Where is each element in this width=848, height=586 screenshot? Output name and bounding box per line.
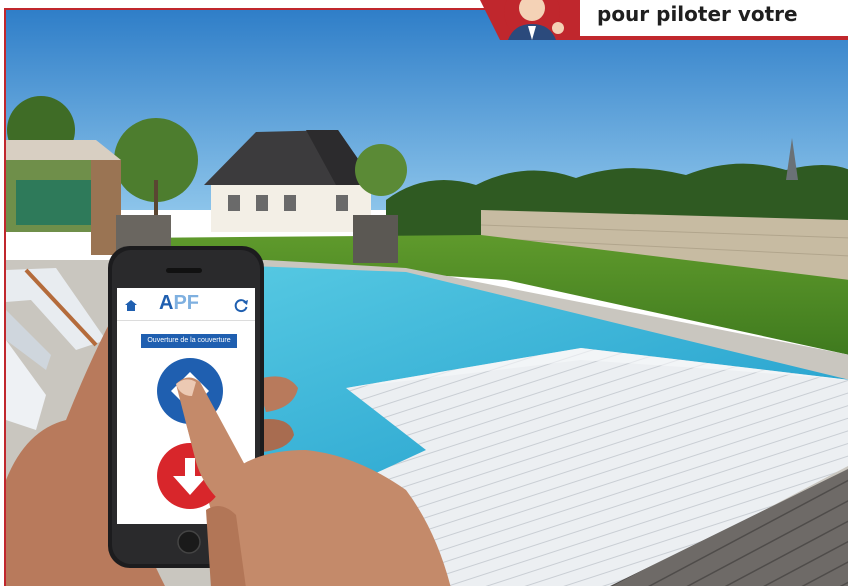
open-cover-label-text: Ouverture de la couverture (147, 337, 231, 344)
app-header: APF (117, 288, 255, 321)
logo-letters-pf: PF (173, 292, 200, 314)
app-logo: APF (159, 292, 199, 314)
photo-frame: APF Ouverture de la couverture (4, 8, 848, 586)
fingertip (176, 377, 246, 497)
pergola (6, 140, 121, 255)
refresh-icon[interactable] (233, 297, 249, 313)
logo-letter-a: A (159, 292, 174, 314)
home-icon[interactable] (123, 298, 139, 312)
open-cover-label: Ouverture de la couverture (141, 334, 237, 348)
planter-right (353, 215, 398, 263)
banner-text: pour piloter votre (597, 2, 798, 26)
